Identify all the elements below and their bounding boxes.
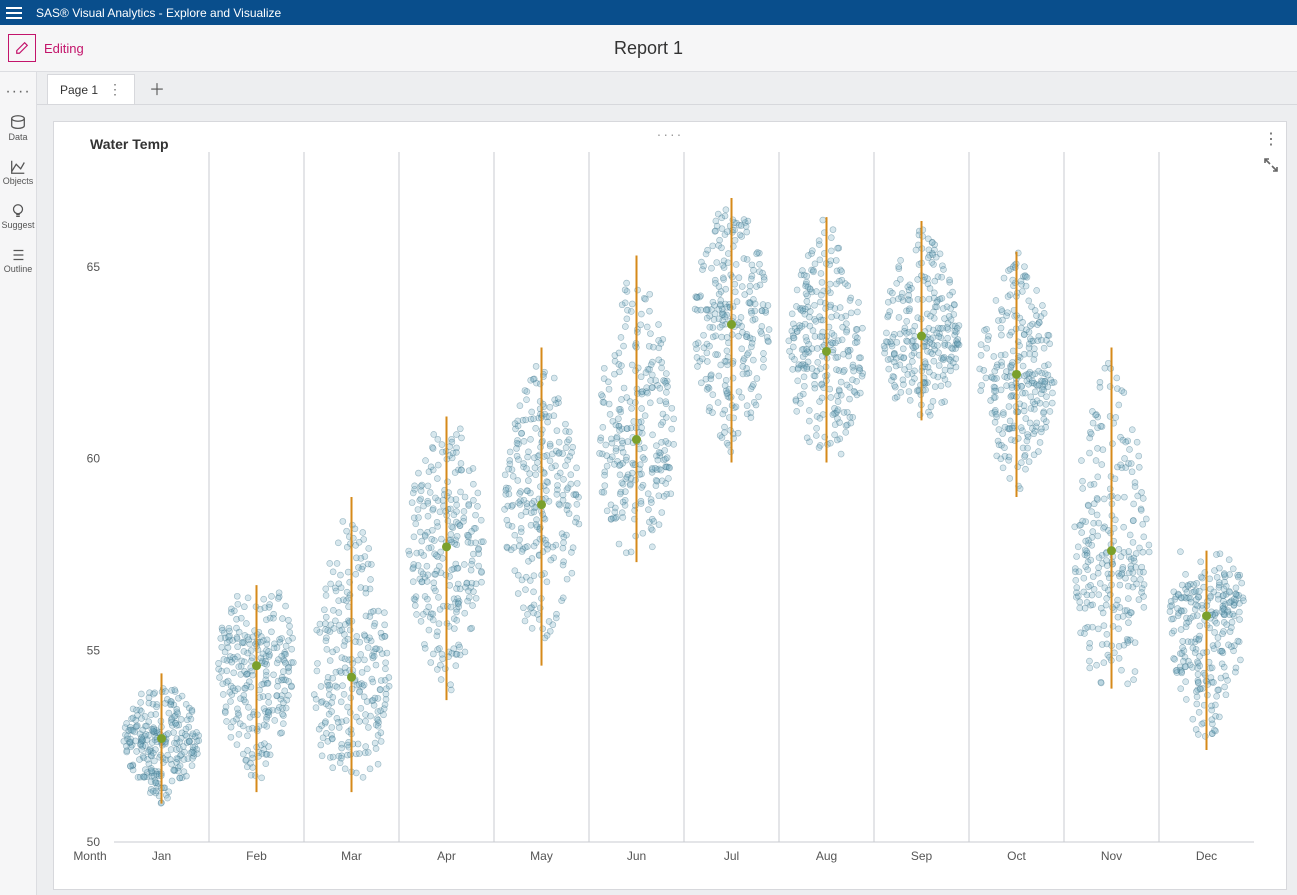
add-tab-button[interactable]: ＋ — [145, 72, 169, 104]
tab-bar: Page 1 ⋮ ＋ — [37, 72, 1297, 105]
tab-page-1[interactable]: Page 1 ⋮ — [47, 74, 135, 104]
app-topbar: SAS® Visual Analytics - Explore and Visu… — [0, 0, 1297, 25]
report-toolbar: Editing Report 1 — [0, 25, 1297, 72]
pencil-icon — [15, 41, 29, 55]
sidebar-item-label: Suggest — [1, 220, 34, 230]
sidebar-item-label: Outline — [4, 264, 33, 274]
chart-icon — [9, 158, 27, 176]
more-icon: ···· — [5, 86, 30, 98]
left-sidebar: ···· Data Objects Suggest Outline — [0, 72, 37, 895]
svg-text:Jun: Jun — [627, 849, 646, 863]
bulb-icon — [9, 202, 27, 220]
sidebar-more[interactable]: ···· — [5, 86, 30, 98]
svg-text:60: 60 — [87, 452, 101, 466]
sidebar-item-label: Objects — [3, 176, 34, 186]
svg-text:Aug: Aug — [816, 849, 837, 863]
svg-text:Apr: Apr — [437, 849, 456, 863]
svg-text:65: 65 — [87, 260, 101, 274]
sidebar-item-objects[interactable]: Objects — [3, 158, 34, 186]
svg-text:Oct: Oct — [1007, 849, 1026, 863]
report-title: Report 1 — [614, 38, 683, 59]
svg-text:Month: Month — [73, 849, 106, 863]
edit-button[interactable] — [8, 34, 36, 62]
svg-text:Jul: Jul — [724, 849, 739, 863]
svg-text:Nov: Nov — [1101, 849, 1122, 863]
tab-label: Page 1 — [60, 83, 98, 97]
list-icon — [9, 246, 27, 264]
svg-text:Feb: Feb — [246, 849, 267, 863]
database-icon — [9, 114, 27, 132]
chart-panel: ···· Water Temp ⋮ 50556065MonthJanFebMar… — [53, 121, 1287, 890]
sidebar-item-data[interactable]: Data — [8, 114, 27, 142]
svg-text:Dec: Dec — [1196, 849, 1217, 863]
svg-text:Jan: Jan — [152, 849, 171, 863]
sidebar-item-outline[interactable]: Outline — [4, 246, 33, 274]
svg-text:Mar: Mar — [341, 849, 362, 863]
chart-plot[interactable]: 50 55 60 65 Month Jan Feb Mar Apr May Jun Jul Aug Sep… — [54, 122, 1284, 882]
edit-label: Editing — [44, 41, 84, 56]
menu-icon[interactable] — [6, 7, 22, 19]
svg-text:Sep: Sep — [911, 849, 933, 863]
app-title: SAS® Visual Analytics - Explore and Visu… — [36, 6, 281, 20]
svg-text:50: 50 — [87, 835, 101, 849]
sidebar-item-label: Data — [8, 132, 27, 142]
svg-text:May: May — [530, 849, 553, 863]
tab-menu-icon[interactable]: ⋮ — [108, 81, 122, 98]
svg-text:55: 55 — [87, 643, 101, 657]
sidebar-item-suggest[interactable]: Suggest — [1, 202, 34, 230]
